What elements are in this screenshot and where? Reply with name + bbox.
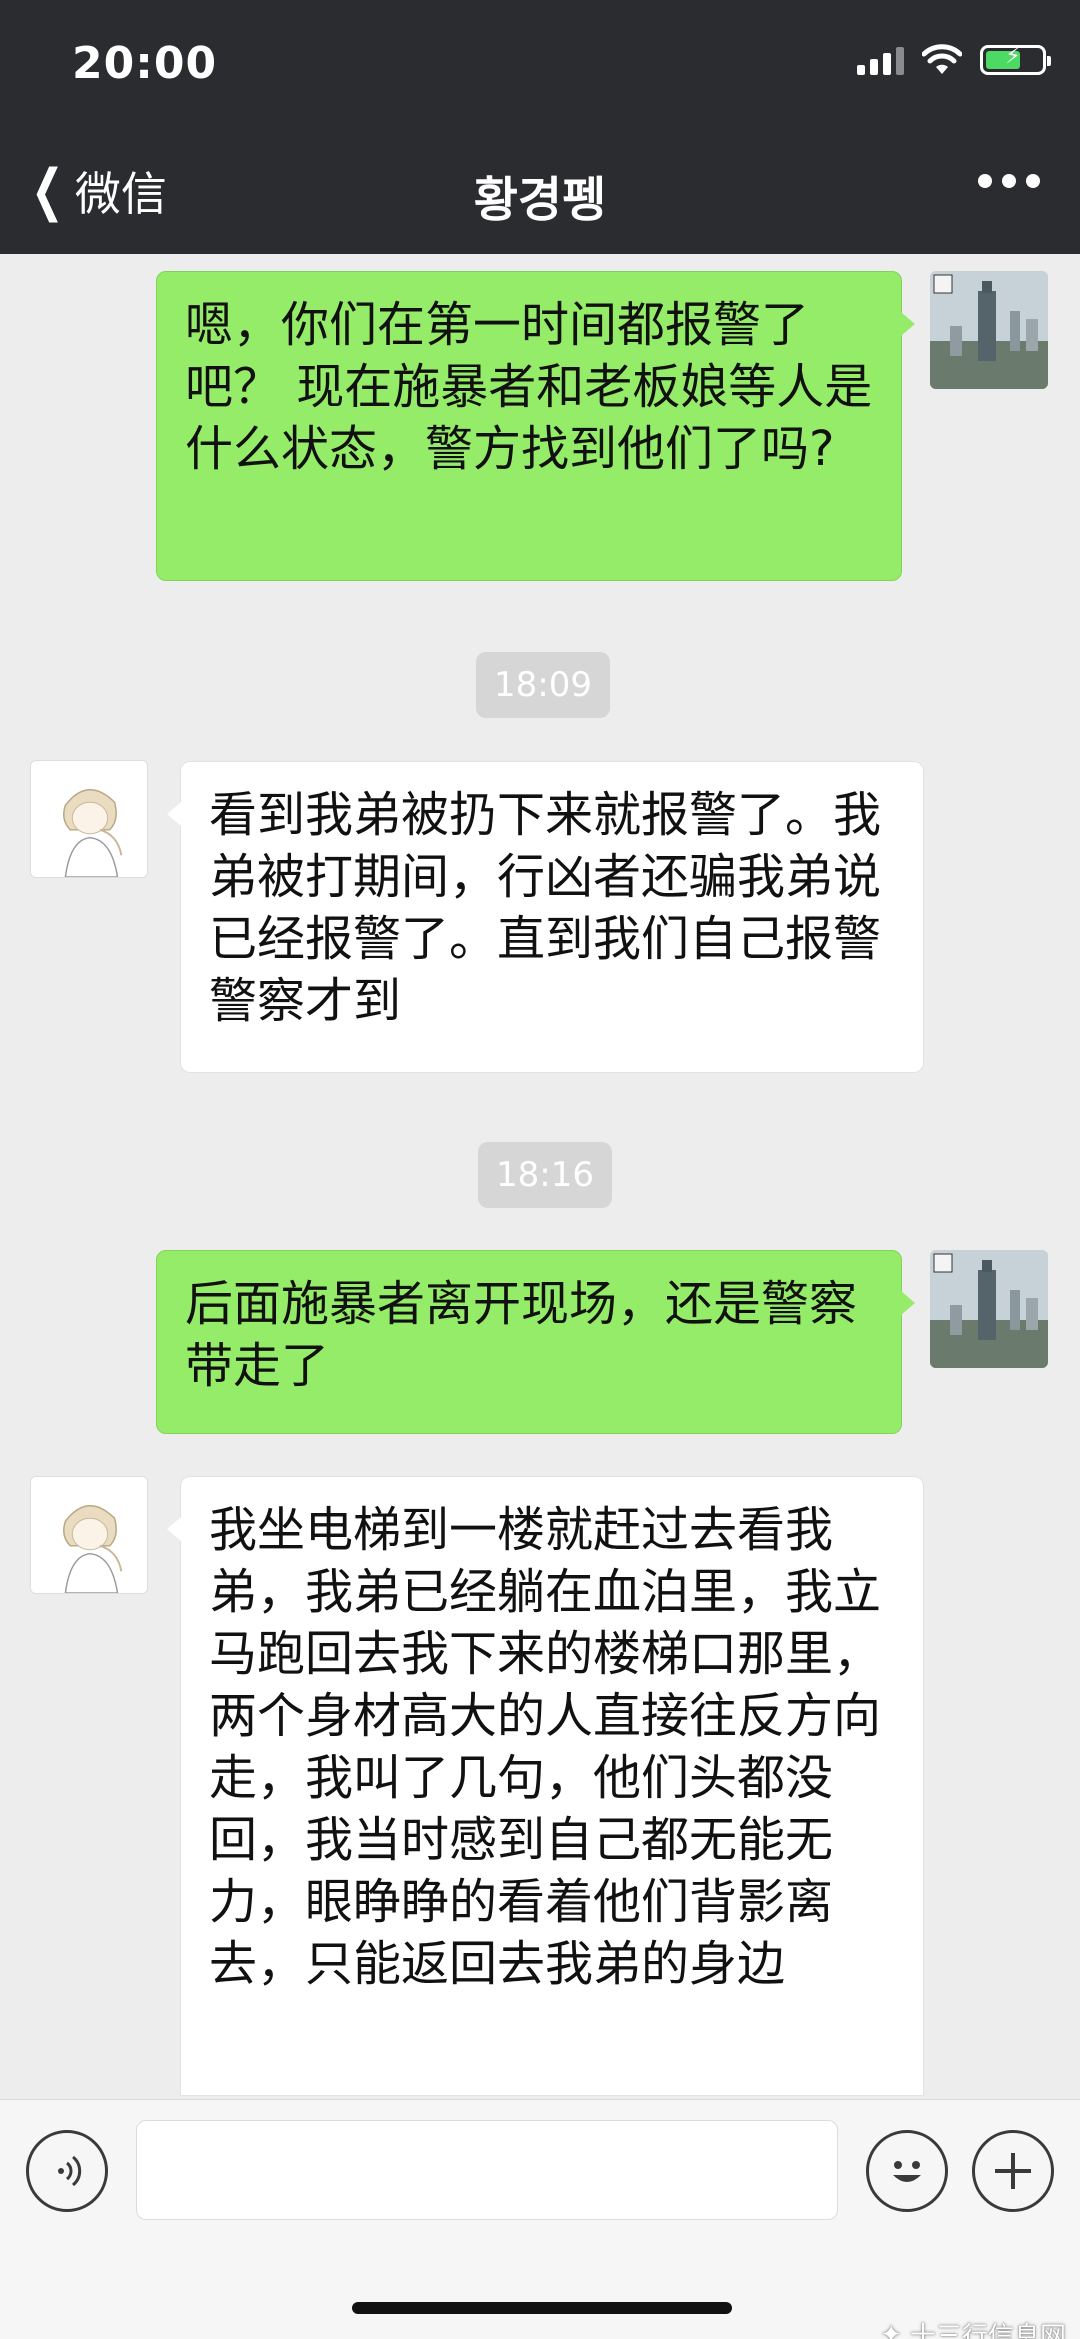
- contact-avatar[interactable]: [30, 760, 148, 878]
- building-photo-icon: [930, 271, 1048, 389]
- message-text-input[interactable]: [136, 2120, 838, 2220]
- dot-icon: [1026, 174, 1040, 188]
- message-bubble-contact[interactable]: 看到我弟被扔下来就报警了。我弟被打期间，行凶者还骗我弟说已经报警了。直到我们自己…: [167, 761, 924, 1073]
- status-time: 20:00: [72, 38, 218, 89]
- voice-icon: [58, 2155, 82, 2187]
- contact-avatar[interactable]: [30, 1476, 148, 1594]
- signal-icon: [857, 45, 904, 75]
- dot-icon: [1002, 174, 1016, 188]
- battery-icon: ⚡: [980, 44, 1051, 75]
- status-icons: ⚡: [857, 44, 1051, 76]
- message-text: 嗯，你们在第一时间都报警了吧？ 现在施暴者和老板娘等人是什么状态，警方找到他们了…: [185, 297, 873, 477]
- building-photo-icon: [930, 1250, 1048, 1368]
- message-bubble-self[interactable]: 后面施暴者离开现场，还是警察带走了: [156, 1250, 915, 1434]
- message-bubble-self[interactable]: 嗯，你们在第一时间都报警了吧？ 现在施暴者和老板娘等人是什么状态，警方找到他们了…: [156, 271, 915, 581]
- header-bar: 20:00 ⚡ ❮ 微信 황경펭: [0, 0, 1080, 254]
- self-avatar[interactable]: [930, 271, 1048, 389]
- message-timestamp: 18:16: [478, 1142, 612, 1208]
- dot-icon: [978, 174, 992, 188]
- anime-avatar-icon: [31, 1477, 147, 1593]
- voice-input-button[interactable]: [26, 2130, 108, 2212]
- chat-title: 황경펭: [473, 172, 607, 228]
- emoji-icon: [893, 2161, 921, 2182]
- anime-avatar-icon: [31, 761, 147, 877]
- emoji-button[interactable]: [866, 2130, 948, 2212]
- message-text: 我坐电梯到一楼就赶过去看我弟，我弟已经躺在血泊里，我立马跑回去我下来的楼梯口那里…: [209, 1502, 882, 1992]
- self-avatar[interactable]: [930, 1250, 1048, 1368]
- watermark-text: 十三行信息网: [909, 2322, 1066, 2339]
- plus-icon: [995, 2153, 1031, 2189]
- message-bubble-contact[interactable]: 我坐电梯到一楼就赶过去看我弟，我弟已经躺在血泊里，我立马跑回去我下来的楼梯口那里…: [167, 1476, 924, 2096]
- message-timestamp: 18:09: [476, 652, 610, 718]
- wechat-logo-icon: ✦: [880, 2319, 902, 2339]
- home-indicator[interactable]: [352, 2302, 732, 2314]
- message-text: 看到我弟被扔下来就报警了。我弟被打期间，行凶者还骗我弟说已经报警了。直到我们自己…: [209, 787, 882, 1029]
- wifi-icon: [922, 44, 962, 74]
- chat-message-list[interactable]: 嗯，你们在第一时间都报警了吧？ 现在施暴者和老板娘等人是什么状态，警方找到他们了…: [0, 254, 1080, 2099]
- more-options-button[interactable]: [978, 174, 1040, 188]
- message-text: 后面施暴者离开现场，还是警察带走了: [185, 1276, 858, 1394]
- wechat-chat-screen: 20:00 ⚡ ❮ 微信 황경펭 嗯，你们在第一时间都报警了吧？ 现在施暴者和老…: [0, 0, 1080, 2339]
- watermark: ✦ 十三行信息网: [880, 2316, 1066, 2339]
- more-functions-button[interactable]: [972, 2130, 1054, 2212]
